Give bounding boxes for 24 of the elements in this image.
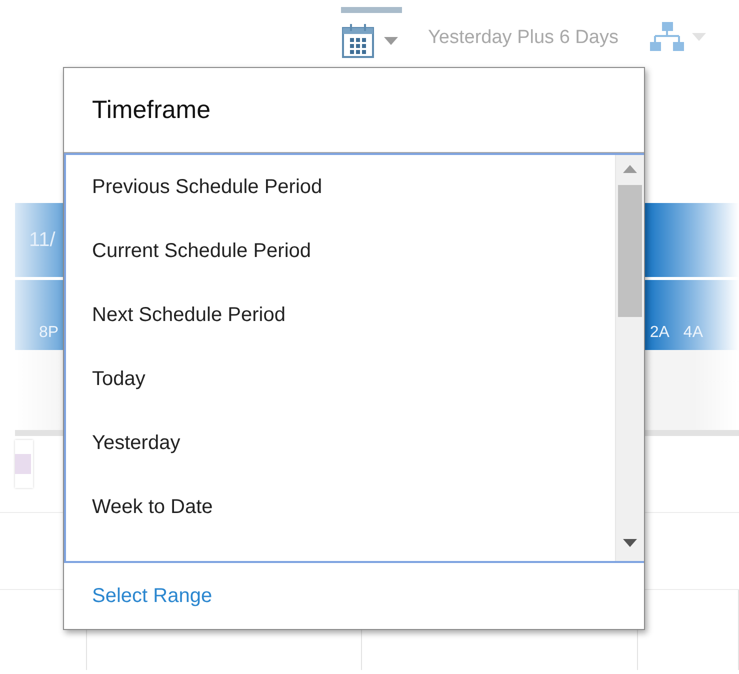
scrollbar[interactable] bbox=[615, 155, 644, 561]
popup-title: Timeframe bbox=[92, 96, 211, 124]
caret-down-icon bbox=[384, 37, 398, 45]
hour-label: 8P bbox=[39, 324, 59, 342]
hour-label: 2A bbox=[650, 324, 670, 342]
date-header: 11/ bbox=[29, 228, 56, 252]
hierarchy-icon bbox=[650, 22, 684, 52]
timeframe-option[interactable]: Today bbox=[66, 365, 615, 429]
calendar-dropdown-button[interactable] bbox=[341, 7, 402, 61]
timeframe-option[interactable]: Previous Schedule Period bbox=[66, 173, 615, 237]
timeframe-option[interactable]: Week to Date bbox=[66, 493, 615, 557]
timeframe-option[interactable]: Yesterday bbox=[66, 429, 615, 493]
hierarchy-dropdown-button[interactable] bbox=[650, 22, 706, 52]
hour-label: 4A bbox=[683, 324, 703, 342]
scrollbar-thumb[interactable] bbox=[618, 185, 642, 317]
timeframe-label: Yesterday Plus 6 Days bbox=[428, 27, 618, 49]
timeframe-option[interactable]: Current Schedule Period bbox=[66, 237, 615, 301]
scroll-up-icon bbox=[623, 165, 637, 173]
shift-block bbox=[15, 440, 33, 488]
select-range-link[interactable]: Select Range bbox=[92, 584, 212, 608]
scroll-down-icon bbox=[623, 539, 637, 547]
caret-down-icon bbox=[692, 33, 706, 41]
calendar-icon bbox=[342, 24, 374, 58]
timeframe-option[interactable]: Next Schedule Period bbox=[66, 301, 615, 365]
